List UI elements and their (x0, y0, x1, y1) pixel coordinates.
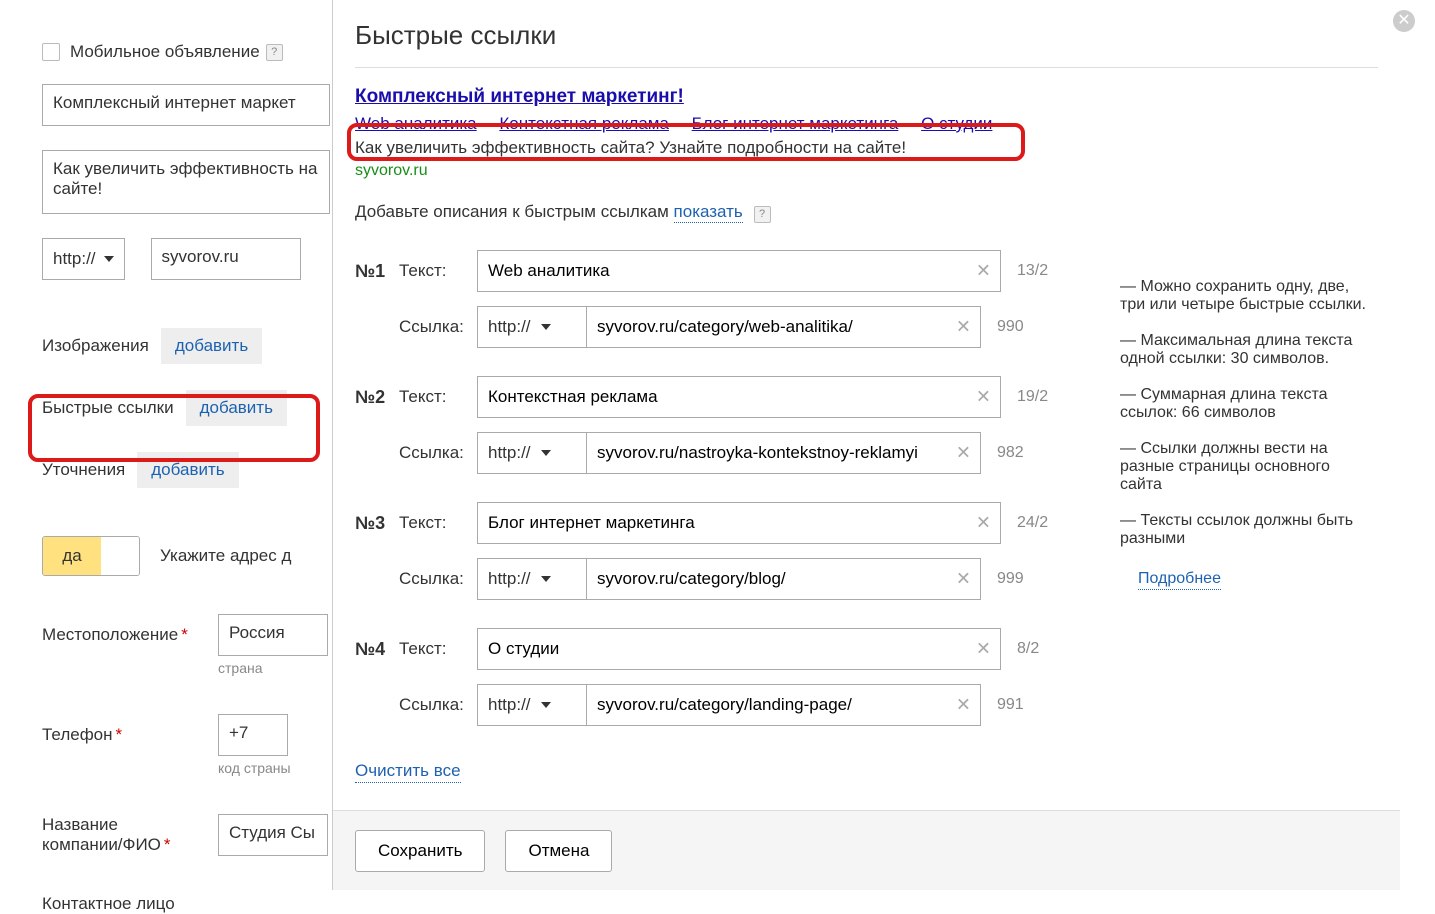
link-number-4: №4 (355, 639, 399, 660)
link-3-text-counter: 24/2 (1017, 514, 1048, 532)
images-add-button[interactable]: добавить (161, 328, 262, 364)
phone-code-value: +7 (229, 723, 248, 742)
link-4-proto-select[interactable]: http:// (477, 684, 587, 726)
company-label: Название компании/ФИО* (42, 815, 218, 855)
link-3-url-input[interactable] (587, 558, 981, 600)
clear-icon[interactable]: ✕ (956, 317, 971, 338)
clear-icon[interactable]: ✕ (976, 387, 991, 408)
chevron-down-icon (541, 576, 551, 582)
dialog-title: Быстрые ссылки (355, 20, 1378, 51)
location-label: Местоположение* (42, 625, 218, 645)
chevron-down-icon (104, 256, 114, 262)
contact-label: Контактное лицо (42, 894, 218, 914)
clear-icon[interactable]: ✕ (956, 695, 971, 716)
link-2-proto-select[interactable]: http:// (477, 432, 587, 474)
headline-input[interactable]: Комплексный интернет маркет (42, 84, 330, 126)
ad-title-link[interactable]: Комплексный интернет маркетинг! (355, 86, 684, 107)
protocol-value: http:// (53, 249, 96, 269)
domain-value: syvorov.ru (162, 247, 239, 266)
link-2-text-counter: 19/2 (1017, 388, 1048, 406)
link-row-4-text: №4 Текст: ✕ 8/2 (355, 627, 1378, 671)
link-4-url-counter: 991 (997, 696, 1024, 714)
link-3-url-counter: 999 (997, 570, 1024, 588)
location-value: Россия (229, 623, 285, 642)
chevron-down-icon (541, 450, 551, 456)
info-panel: Можно сохранить одну, две, три или четыр… (1120, 278, 1370, 588)
location-sublabel: страна (218, 660, 335, 676)
phone-label: Телефон* (42, 725, 218, 745)
more-info-link[interactable]: Подробнее (1138, 570, 1221, 588)
link-1-text-counter: 13/2 (1017, 262, 1048, 280)
clear-icon[interactable]: ✕ (976, 513, 991, 534)
link-number-2: №2 (355, 387, 399, 408)
link-3-proto-select[interactable]: http:// (477, 558, 587, 600)
link-4-url-input[interactable] (587, 684, 981, 726)
link-number-1: №1 (355, 261, 399, 282)
info-item-2: Максимальная длина текста одной ссылки: … (1120, 332, 1370, 368)
description-hint-row: Добавьте описания к быстрым ссылкам пока… (355, 202, 1378, 223)
chevron-down-icon (541, 324, 551, 330)
link-4-text-counter: 8/2 (1017, 640, 1039, 658)
help-icon[interactable]: ? (266, 44, 283, 61)
clear-icon[interactable]: ✕ (976, 261, 991, 282)
description-value: Как увеличить эффективность на сайте! (53, 159, 317, 198)
phone-code-input[interactable]: +7 (218, 714, 288, 756)
mobile-ad-row: Мобильное объявление ? (42, 42, 335, 62)
info-item-4: Ссылки должны вести на разные страницы о… (1120, 440, 1370, 494)
images-label: Изображения (42, 336, 149, 356)
help-icon[interactable]: ? (754, 206, 771, 223)
link-2-url-counter: 982 (997, 444, 1024, 462)
address-toggle[interactable]: да (42, 536, 140, 576)
link-row-4-url: Ссылка: http:// ✕ 991 (355, 683, 1378, 727)
chevron-down-icon (541, 702, 551, 708)
cancel-button[interactable]: Отмена (505, 830, 612, 872)
phone-sublabel: код страны (218, 760, 335, 776)
dialog-footer: Сохранить Отмена (333, 810, 1400, 890)
protocol-select[interactable]: http:// (42, 238, 125, 280)
toggle-hint: Укажите адрес д (160, 546, 291, 566)
ad-display-url: syvorov.ru (355, 162, 1378, 180)
domain-input[interactable]: syvorov.ru (151, 238, 301, 280)
clarifications-label: Уточнения (42, 460, 125, 480)
close-icon[interactable]: ✕ (1393, 10, 1415, 32)
link-2-text-input[interactable] (477, 376, 1001, 418)
link-1-proto-select[interactable]: http:// (477, 306, 587, 348)
info-item-1: Можно сохранить одну, две, три или четыр… (1120, 278, 1370, 314)
company-input[interactable]: Студия Сы (218, 814, 328, 856)
url-row: http:// syvorov.ru (42, 238, 335, 280)
mobile-ad-label: Мобильное объявление (70, 42, 260, 62)
link-number-3: №3 (355, 513, 399, 534)
link-1-text-input[interactable] (477, 250, 1001, 292)
link-4-text-input[interactable] (477, 628, 1001, 670)
clear-all-link[interactable]: Очистить все (355, 761, 461, 781)
annotation-highlight-sitelinks (347, 123, 1025, 161)
link-1-url-counter: 990 (997, 318, 1024, 336)
location-input[interactable]: Россия (218, 614, 328, 656)
info-item-5: Тексты ссылок должны быть разными (1120, 512, 1370, 548)
company-value: Студия Сы (229, 823, 315, 842)
show-descriptions-link[interactable]: показать (674, 202, 743, 221)
description-input[interactable]: Как увеличить эффективность на сайте! (42, 150, 330, 214)
annotation-highlight-quicklinks (28, 394, 320, 462)
text-label: Текст: (399, 261, 477, 281)
link-2-url-input[interactable] (587, 432, 981, 474)
save-button[interactable]: Сохранить (355, 830, 485, 872)
mobile-ad-checkbox[interactable] (42, 43, 60, 61)
headline-value: Комплексный интернет маркет (53, 93, 296, 112)
toggle-yes-label: да (62, 546, 81, 566)
clear-icon[interactable]: ✕ (976, 639, 991, 660)
link-label: Ссылка: (399, 317, 477, 337)
divider (355, 67, 1378, 68)
clear-icon[interactable]: ✕ (956, 443, 971, 464)
link-1-url-input[interactable] (587, 306, 981, 348)
images-row: Изображения добавить (42, 328, 335, 364)
link-3-text-input[interactable] (477, 502, 1001, 544)
info-item-3: Суммарная длина текста ссылок: 66 символ… (1120, 386, 1370, 422)
clear-icon[interactable]: ✕ (956, 569, 971, 590)
desc-hint-text: Добавьте описания к быстрым ссылкам (355, 202, 674, 221)
